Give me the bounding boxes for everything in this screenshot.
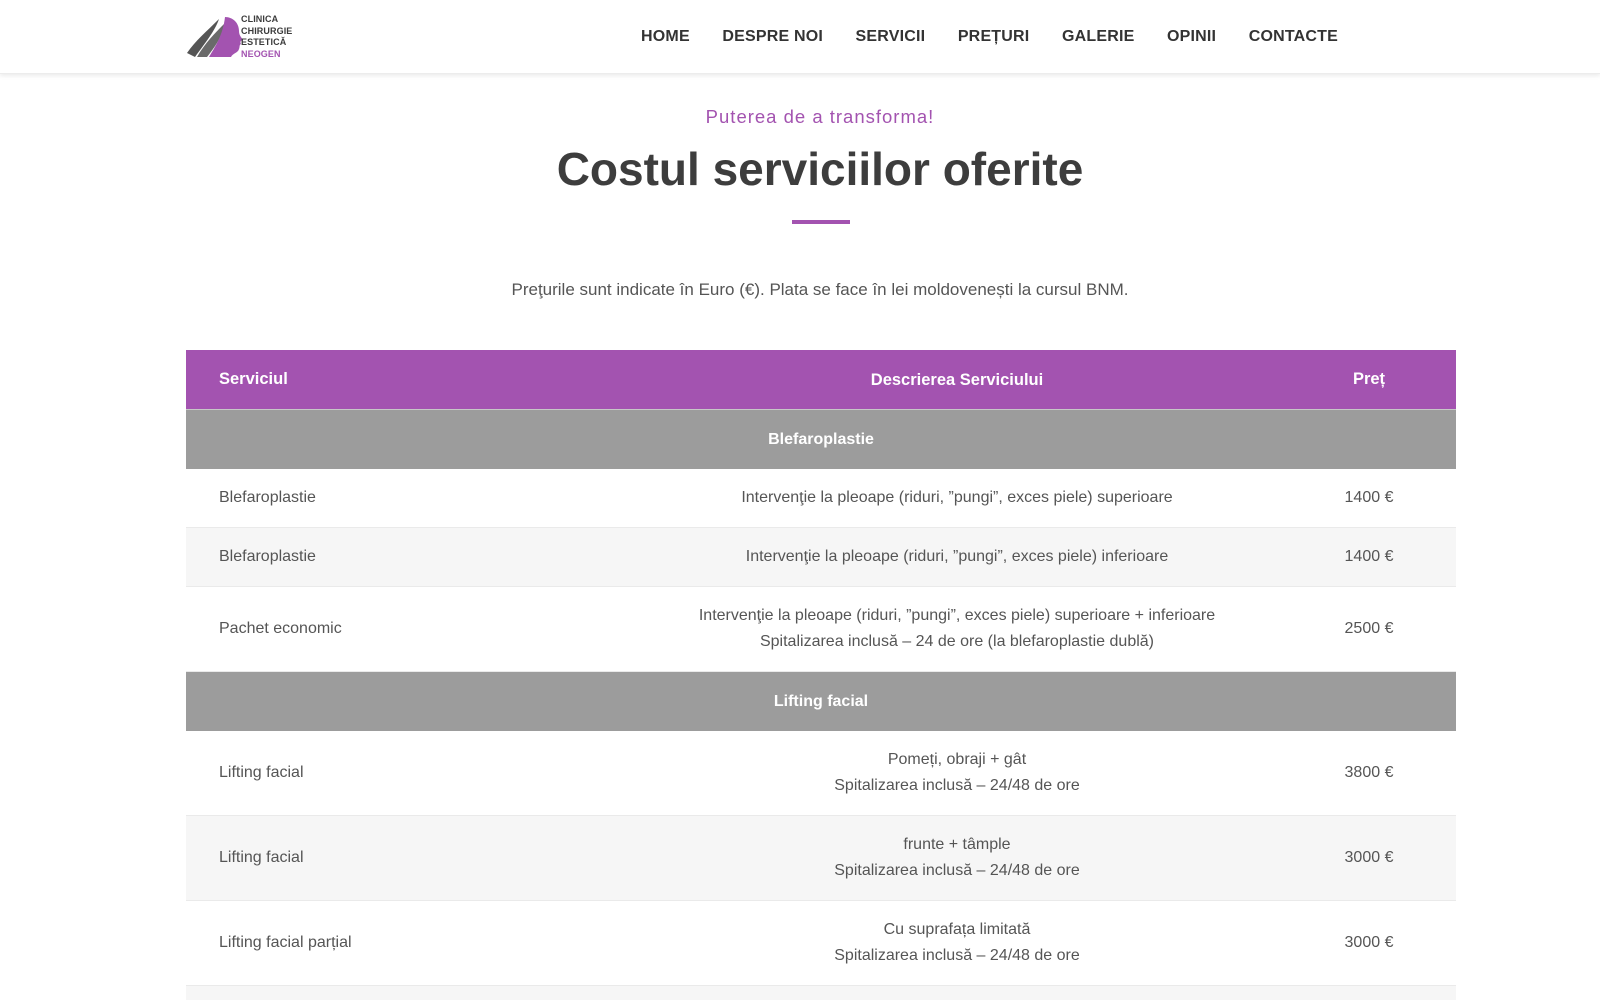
price-note: Preţurile sunt indicate în Euro (€). Pla… bbox=[511, 280, 1129, 299]
nav-preturi[interactable]: PREȚURI bbox=[958, 28, 1030, 46]
category-row-lifting-facial: Lifting facial bbox=[186, 672, 1456, 731]
site-header: CLINICA CHIRURGIE ESTETICĂ NEOGEN HOME D… bbox=[0, 0, 1600, 74]
title-divider bbox=[792, 220, 850, 224]
row-description-line: Intervenţie la pleoape (riduri, ”pungi”,… bbox=[741, 489, 1173, 506]
logo-line-estetica: ESTETICĂ bbox=[241, 37, 287, 47]
row-price: 3800 € bbox=[1344, 764, 1394, 781]
row-description: Pomeți, obraji + gât Spitalizarea inclus… bbox=[628, 747, 1286, 799]
section-eyebrow: Puterea de a transforma! bbox=[705, 106, 935, 127]
page-title: Costul serviciilor oferite bbox=[556, 143, 1084, 195]
row-description-line: Spitalizarea inclusă – 24 de ore (la ble… bbox=[759, 633, 1154, 650]
row-price: 1400 € bbox=[1344, 548, 1394, 565]
row-service: Blefaroplastie bbox=[219, 489, 316, 506]
row-price: 1400 € bbox=[1344, 489, 1394, 506]
row-description-line: Cu suprafața limitată bbox=[883, 921, 1031, 938]
table-row: Lifting facial frunte + tâmple Spitaliza… bbox=[186, 816, 1456, 901]
category-row-blefaroplastie: Blefaroplastie bbox=[186, 410, 1456, 469]
nav-galerie[interactable]: GALERIE bbox=[1062, 28, 1135, 46]
row-service: Lifting facial bbox=[219, 849, 304, 866]
row-price: 2500 € bbox=[1344, 620, 1394, 637]
row-description-line: Intervenţie la pleoape (riduri, ”pungi”,… bbox=[745, 548, 1169, 565]
nav-contacte[interactable]: CONTACTE bbox=[1249, 28, 1338, 46]
logo-line-neogen: NEOGEN bbox=[241, 48, 281, 59]
logo-wordmark: CLINICA CHIRURGIE ESTETICĂ NEOGEN bbox=[241, 14, 292, 60]
row-description: frunte + tâmple Spitalizarea inclusă – 2… bbox=[628, 832, 1286, 884]
row-description-line: frunte + tâmple bbox=[903, 836, 1011, 853]
table-row: Lifting facial parțial Cu suprafața limi… bbox=[186, 901, 1456, 986]
header-service: Serviciul bbox=[219, 370, 288, 388]
face-profile-logo-icon bbox=[187, 17, 243, 57]
table-header-row: Serviciul Descrierea Serviciului Preț bbox=[186, 350, 1456, 410]
table-row: Blefaroplastie Intervenţie la pleoape (r… bbox=[186, 528, 1456, 587]
category-label: Lifting facial bbox=[773, 692, 869, 710]
row-service: Lifting facial bbox=[219, 764, 304, 781]
row-description-line: Spitalizarea inclusă – 24/48 de ore bbox=[834, 862, 1080, 879]
row-description: Cu suprafața limitată Spitalizarea inclu… bbox=[628, 917, 1286, 969]
logo-line-chirurgie: CHIRURGIE bbox=[241, 25, 293, 36]
row-description: Intervenţie la pleoape (riduri, ”pungi”,… bbox=[628, 485, 1286, 511]
table-row-partial bbox=[186, 986, 1456, 1000]
logo-line-clinica: CLINICA bbox=[241, 14, 279, 24]
row-price: 3000 € bbox=[1344, 934, 1394, 951]
table-row: Pachet economic Intervenţie la pleoape (… bbox=[186, 587, 1456, 672]
row-description: Intervenţie la pleoape (riduri, ”pungi”,… bbox=[628, 603, 1286, 655]
nav-opinii[interactable]: OPINII bbox=[1167, 28, 1216, 46]
row-description: Intervenţie la pleoape (riduri, ”pungi”,… bbox=[628, 544, 1286, 570]
nav-servicii[interactable]: SERVICII bbox=[856, 28, 926, 46]
price-table: Serviciul Descrierea Serviciului Preț Bl… bbox=[186, 350, 1456, 1000]
row-description-line: Spitalizarea inclusă – 24/48 de ore bbox=[834, 777, 1080, 794]
clinic-logo[interactable]: CLINICA CHIRURGIE ESTETICĂ NEOGEN bbox=[185, 13, 305, 61]
main-nav: HOME DESPRE NOI SERVICII PREȚURI GALERIE… bbox=[609, 0, 1338, 74]
table-row: Blefaroplastie Intervenţie la pleoape (r… bbox=[186, 469, 1456, 528]
category-label: Blefaroplastie bbox=[768, 430, 874, 448]
row-service: Lifting facial parțial bbox=[219, 934, 352, 951]
row-service: Pachet economic bbox=[219, 620, 342, 637]
row-description-line: Pomeți, obraji + gât bbox=[887, 751, 1027, 768]
row-service: Blefaroplastie bbox=[219, 548, 316, 565]
row-price: 3000 € bbox=[1344, 849, 1394, 866]
nav-home[interactable]: HOME bbox=[641, 28, 690, 46]
row-description-line: Spitalizarea inclusă – 24/48 de ore bbox=[834, 947, 1080, 964]
nav-despre-noi[interactable]: DESPRE NOI bbox=[722, 28, 823, 46]
row-description-line: Intervenţie la pleoape (riduri, ”pungi”,… bbox=[698, 607, 1216, 624]
header-description: Descrierea Serviciului bbox=[870, 370, 1044, 389]
header-price: Preț bbox=[1352, 370, 1386, 388]
table-row: Lifting facial Pomeți, obraji + gât Spit… bbox=[186, 731, 1456, 816]
